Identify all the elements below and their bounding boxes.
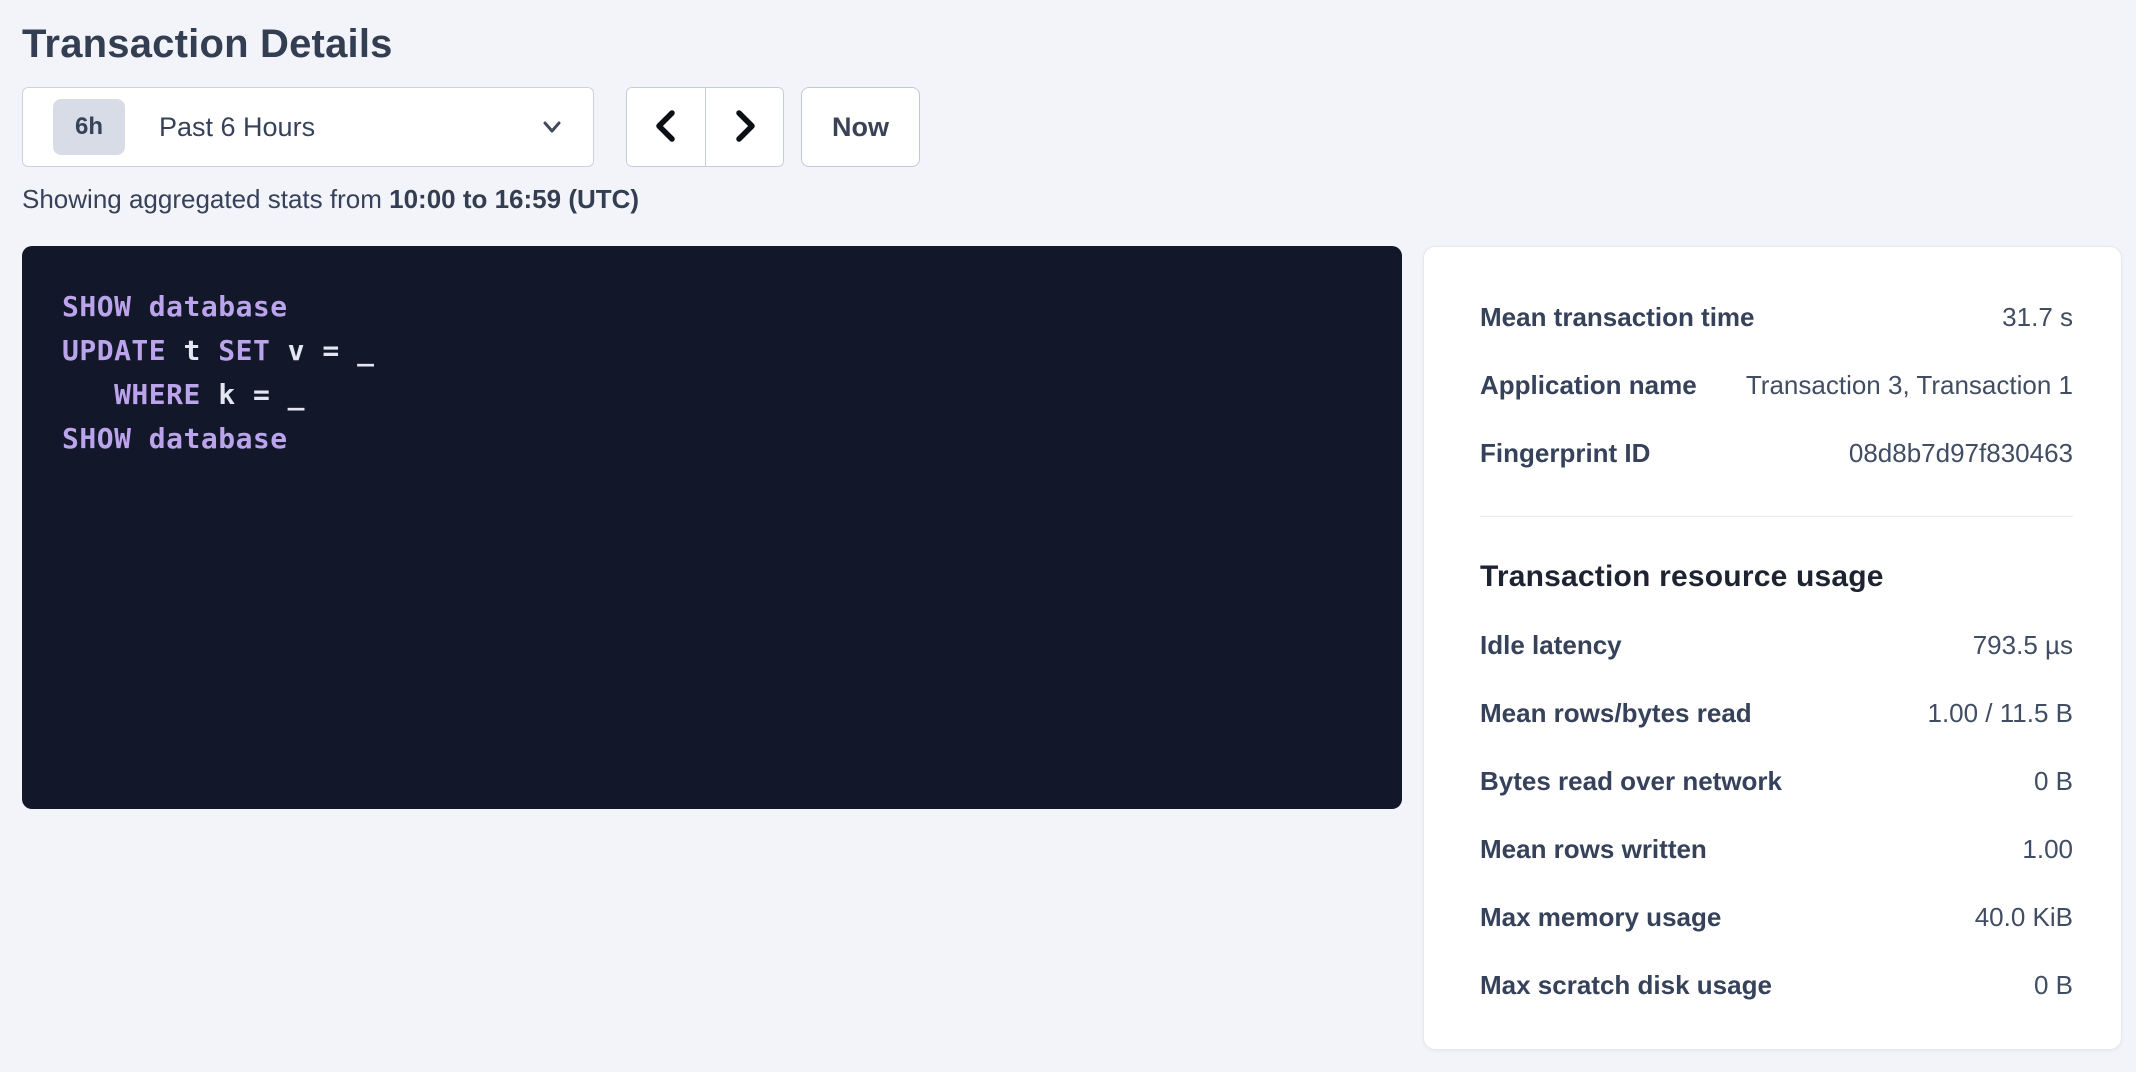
stat-row: Mean transaction time 31.7 s	[1480, 283, 2073, 351]
stat-row: Bytes read over network 0 B	[1480, 747, 2073, 815]
stat-value: 08d8b7d97f830463	[1849, 438, 2073, 469]
stat-label: Idle latency	[1480, 630, 1622, 661]
sql-statements-box: SHOW database UPDATE t SET v = _ WHERE k …	[22, 246, 1402, 809]
page-title: Transaction Details	[22, 22, 2122, 67]
prev-time-button[interactable]	[627, 88, 705, 166]
sql-text: t	[166, 334, 218, 367]
chevron-down-icon	[539, 114, 565, 140]
stat-value: 1.00	[2022, 834, 2073, 865]
stat-value: 1.00 / 11.5 B	[1927, 698, 2073, 729]
stat-row: Idle latency 793.5 µs	[1480, 611, 2073, 679]
stat-value: 793.5 µs	[1973, 630, 2073, 661]
stat-row: Max scratch disk usage 0 B	[1480, 951, 2073, 1019]
sql-line: SHOW database	[62, 285, 1362, 329]
card-divider	[1480, 516, 2073, 517]
stat-row: Mean rows written 1.00	[1480, 815, 2073, 883]
stat-label: Max scratch disk usage	[1480, 970, 1772, 1001]
time-nav-group	[626, 87, 784, 167]
stat-value: 0 B	[2034, 766, 2073, 797]
transaction-details-card: Mean transaction time 31.7 s Application n…	[1423, 246, 2122, 1050]
time-range-select[interactable]: 6h Past 6 Hours	[22, 87, 594, 167]
now-button[interactable]: Now	[801, 87, 920, 167]
stat-label: Fingerprint ID	[1480, 438, 1650, 469]
stat-row: Fingerprint ID 08d8b7d97f830463	[1480, 419, 2073, 487]
stat-value: Transaction 3, Transaction 1	[1746, 370, 2073, 401]
sql-text: v = _	[270, 334, 374, 367]
chevron-left-icon	[651, 107, 681, 148]
time-range-badge: 6h	[53, 99, 125, 155]
time-range-label: Past 6 Hours	[159, 112, 315, 143]
next-time-button[interactable]	[705, 88, 783, 166]
stat-value: 31.7 s	[2002, 302, 2073, 333]
stat-label: Bytes read over network	[1480, 766, 1782, 797]
time-toolbar: 6h Past 6 Hours	[22, 87, 2122, 167]
sql-keyword: WHERE	[114, 378, 201, 411]
stats-caption-range: 10:00 to 16:59 (UTC)	[389, 184, 639, 214]
usage-rows: Idle latency 793.5 µs Mean rows/bytes read…	[1480, 611, 2073, 1019]
stats-caption: Showing aggregated stats from 10:00 to 1…	[22, 184, 2122, 215]
sql-keyword: UPDATE	[62, 334, 166, 367]
transaction-details-page: Transaction Details 6h Past 6 Hours	[0, 0, 2136, 1050]
main-content: SHOW database UPDATE t SET v = _ WHERE k …	[22, 246, 2122, 1050]
stat-label: Mean transaction time	[1480, 302, 1755, 333]
stats-caption-prefix: Showing aggregated stats from	[22, 184, 389, 214]
stat-row: Mean rows/bytes read 1.00 / 11.5 B	[1480, 679, 2073, 747]
sql-line: SHOW database	[62, 417, 1362, 461]
stat-value: 40.0 KiB	[1975, 902, 2073, 933]
stat-row: Application name Transaction 3, Transacti…	[1480, 351, 2073, 419]
stat-label: Mean rows written	[1480, 834, 1707, 865]
sql-keyword: SHOW database	[62, 290, 288, 323]
sql-text	[62, 378, 114, 411]
sql-keyword: SET	[218, 334, 270, 367]
stat-label: Max memory usage	[1480, 902, 1721, 933]
resource-usage-section-title: Transaction resource usage	[1480, 543, 2073, 611]
sql-line: WHERE k = _	[62, 373, 1362, 417]
sql-text: k = _	[201, 378, 305, 411]
summary-rows: Mean transaction time 31.7 s Application n…	[1480, 283, 2073, 487]
stat-value: 0 B	[2034, 970, 2073, 1001]
stat-label: Application name	[1480, 370, 1697, 401]
sql-line: UPDATE t SET v = _	[62, 329, 1362, 373]
stat-label: Mean rows/bytes read	[1480, 698, 1752, 729]
sql-keyword: SHOW database	[62, 422, 288, 455]
chevron-right-icon	[730, 107, 760, 148]
stat-row: Max memory usage 40.0 KiB	[1480, 883, 2073, 951]
